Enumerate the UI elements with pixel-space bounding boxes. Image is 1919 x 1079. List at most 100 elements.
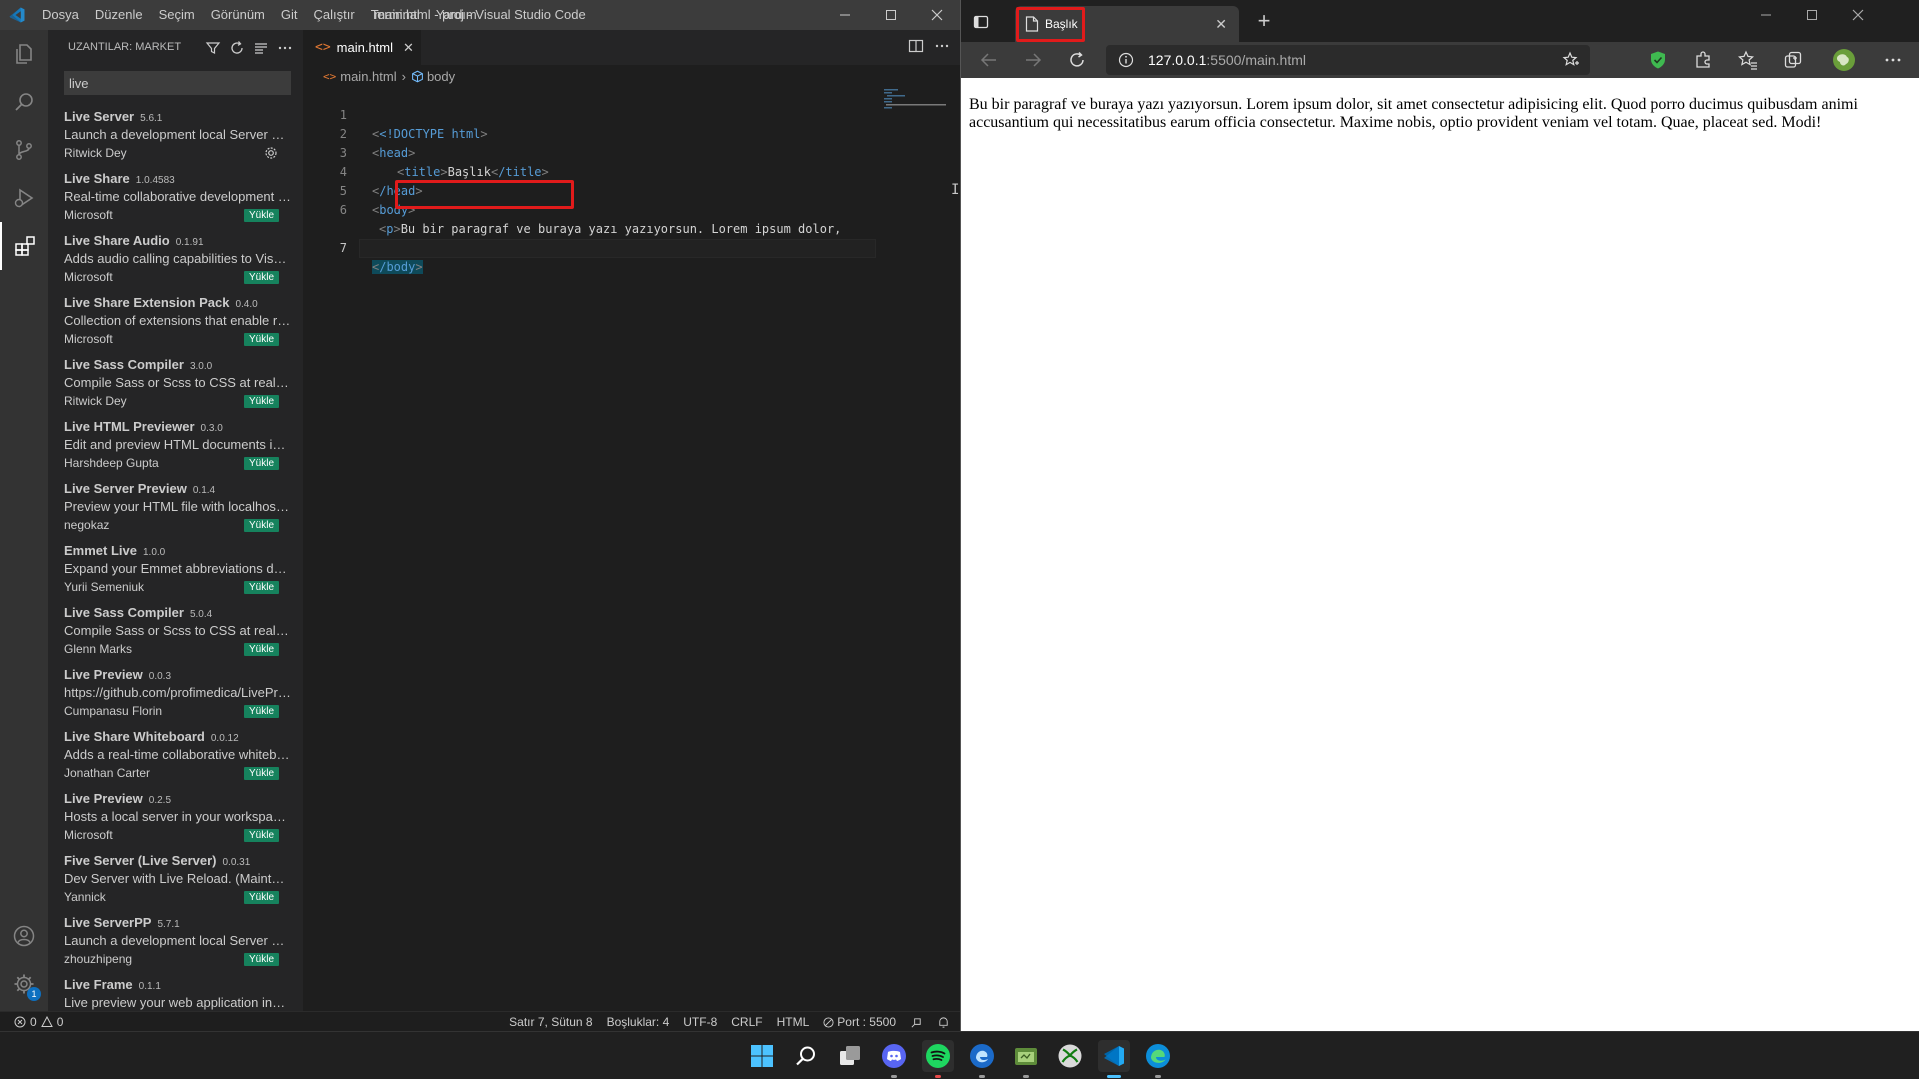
extension-item[interactable]: Live Sass Compiler 3.0.0 Compile Sass or S… bbox=[48, 356, 303, 418]
extension-search-input[interactable] bbox=[64, 71, 291, 95]
extension-item[interactable]: Emmet Live 1.0.0 Expand your Emmet abbrevi… bbox=[48, 542, 303, 604]
editor-more-icon[interactable] bbox=[934, 38, 950, 54]
activity-search[interactable] bbox=[0, 78, 48, 126]
extension-item[interactable]: Live ServerPP 5.7.1 Launch a development l… bbox=[48, 914, 303, 976]
browser-close-button[interactable] bbox=[1835, 0, 1881, 30]
install-button[interactable]: Yükle bbox=[243, 519, 279, 532]
clear-results-button[interactable] bbox=[251, 38, 271, 58]
more-actions-button[interactable] bbox=[275, 38, 295, 58]
status-eol[interactable]: CRLF bbox=[731, 1012, 762, 1031]
maximize-button[interactable] bbox=[868, 0, 914, 30]
status-cursor-position[interactable]: Satır 7, Sütun 8 bbox=[509, 1012, 592, 1031]
notification-bell-icon[interactable] bbox=[937, 1016, 950, 1029]
new-tab-button[interactable]: + bbox=[1253, 10, 1275, 32]
install-button[interactable]: Yükle bbox=[243, 767, 279, 780]
start-button[interactable] bbox=[746, 1040, 778, 1072]
status-language[interactable]: HTML bbox=[777, 1012, 810, 1031]
install-button[interactable]: Yükle bbox=[243, 891, 279, 904]
minimap[interactable] bbox=[880, 87, 950, 117]
minimize-button[interactable] bbox=[822, 0, 868, 30]
extension-item[interactable]: Live Frame 0.1.1 Live preview your web app… bbox=[48, 976, 303, 1011]
site-info-icon[interactable] bbox=[1118, 52, 1134, 68]
activity-manage[interactable]: 1 bbox=[0, 960, 48, 1008]
taskbar-search-button[interactable] bbox=[790, 1040, 822, 1072]
add-favorite-icon[interactable] bbox=[1562, 51, 1580, 69]
breadcrumb: <> main.html › body bbox=[303, 65, 455, 87]
extension-item[interactable]: Live Share Audio 0.1.91 Adds audio calling… bbox=[48, 232, 303, 294]
tab-actions-icon[interactable] bbox=[973, 14, 989, 30]
extension-item[interactable]: Live Share Extension Pack 0.4.0 Collection… bbox=[48, 294, 303, 356]
settings-more-icon[interactable] bbox=[1883, 50, 1903, 70]
extension-item[interactable]: Live Share Whiteboard 0.0.12 Adds a real-t… bbox=[48, 728, 303, 790]
install-button[interactable]: Yükle bbox=[243, 643, 279, 656]
extension-item[interactable]: Live Server 5.6.1 Launch a development loc… bbox=[48, 108, 303, 170]
browser-minimize-button[interactable] bbox=[1743, 0, 1789, 30]
profile-avatar-icon[interactable] bbox=[1832, 48, 1856, 72]
refresh-icon[interactable] bbox=[1067, 50, 1087, 70]
task-view-button[interactable] bbox=[834, 1040, 866, 1072]
menu-help[interactable]: Yardım bbox=[428, 0, 485, 30]
extensions-puzzle-icon[interactable] bbox=[1693, 50, 1713, 70]
collections-icon[interactable] bbox=[1783, 50, 1803, 70]
extension-item[interactable]: Live Server Preview 0.1.4 Preview your HTM… bbox=[48, 480, 303, 542]
forward-arrow-icon[interactable] bbox=[1023, 50, 1043, 70]
extension-item[interactable]: Live Sass Compiler 5.0.4 Compile Sass or S… bbox=[48, 604, 303, 666]
status-encoding[interactable]: UTF-8 bbox=[683, 1012, 717, 1031]
taskbar-spotify[interactable] bbox=[922, 1040, 954, 1078]
menu-terminal[interactable]: Terminal bbox=[363, 0, 428, 30]
activity-explorer[interactable] bbox=[0, 30, 48, 78]
extension-title-row: Live Sass Compiler 5.0.4 bbox=[64, 604, 291, 622]
install-button[interactable]: Yükle bbox=[243, 209, 279, 222]
taskbar-edge-dev[interactable] bbox=[966, 1040, 998, 1078]
browser-maximize-button[interactable] bbox=[1789, 0, 1835, 30]
menu-run[interactable]: Çalıştır bbox=[306, 0, 363, 30]
back-arrow-icon[interactable] bbox=[979, 50, 999, 70]
extension-item[interactable]: Live Preview 0.2.5 Hosts a local server in… bbox=[48, 790, 303, 852]
extension-item[interactable]: Live HTML Previewer 0.3.0 Edit and preview… bbox=[48, 418, 303, 480]
favorites-icon[interactable] bbox=[1738, 50, 1758, 70]
menu-file[interactable]: Dosya bbox=[34, 0, 87, 30]
refresh-button[interactable] bbox=[227, 38, 247, 58]
install-button[interactable]: Yükle bbox=[243, 457, 279, 470]
activity-accounts[interactable] bbox=[0, 912, 48, 960]
menu-view[interactable]: Görünüm bbox=[203, 0, 273, 30]
menu-selection[interactable]: Seçim bbox=[151, 0, 203, 30]
status-indentation[interactable]: Boşluklar: 4 bbox=[607, 1012, 670, 1031]
feedback-icon[interactable] bbox=[910, 1016, 923, 1029]
install-button[interactable]: Yükle bbox=[243, 953, 279, 966]
split-editor-icon[interactable] bbox=[908, 38, 924, 54]
taskbar-app-folder[interactable] bbox=[1010, 1040, 1042, 1078]
manage-gear-icon[interactable] bbox=[263, 145, 279, 161]
taskbar-discord[interactable] bbox=[878, 1040, 910, 1078]
taskbar-xbox[interactable] bbox=[1054, 1040, 1086, 1072]
install-button[interactable]: Yükle bbox=[243, 271, 279, 284]
tab-close-icon[interactable]: ✕ bbox=[403, 40, 414, 56]
install-button[interactable]: Yükle bbox=[243, 395, 279, 408]
extension-item[interactable]: Five Server (Live Server) 0.0.31 Dev Serve… bbox=[48, 852, 303, 914]
install-button[interactable]: Yükle bbox=[243, 705, 279, 718]
status-live-server[interactable]: Port : 5500 bbox=[823, 1012, 896, 1031]
tab-main-html[interactable]: <> main.html ✕ bbox=[303, 30, 421, 65]
filter-button[interactable] bbox=[203, 38, 223, 58]
status-problems[interactable]: 0 0 bbox=[14, 1012, 63, 1031]
taskbar-vscode[interactable] bbox=[1098, 1040, 1130, 1078]
extension-footer-row: Microsoft Yükle bbox=[64, 330, 291, 348]
install-button[interactable]: Yükle bbox=[243, 333, 279, 346]
address-bar[interactable]: 127.0.0.1:5500/main.html bbox=[1106, 45, 1590, 75]
minimize-icon bbox=[840, 14, 850, 16]
activity-source-control[interactable] bbox=[0, 126, 48, 174]
close-window-button[interactable] bbox=[914, 0, 960, 30]
activity-run-debug[interactable] bbox=[0, 174, 48, 222]
extension-item[interactable]: Live Share 1.0.4583 Real-time collaborativ… bbox=[48, 170, 303, 232]
menu-edit[interactable]: Düzenle bbox=[87, 0, 151, 30]
breadcrumb-file[interactable]: main.html bbox=[340, 69, 396, 84]
breadcrumb-symbol[interactable]: body bbox=[427, 69, 455, 84]
install-button[interactable]: Yükle bbox=[243, 829, 279, 842]
taskbar-edge[interactable] bbox=[1142, 1040, 1174, 1078]
extension-item[interactable]: Live Preview 0.0.3 https://github.com/prof… bbox=[48, 666, 303, 728]
adblock-shield-icon[interactable] bbox=[1648, 50, 1668, 70]
menu-git[interactable]: Git bbox=[273, 0, 306, 30]
install-button[interactable]: Yükle bbox=[243, 581, 279, 594]
browser-tab-close-icon[interactable]: ✕ bbox=[1215, 6, 1227, 42]
activity-extensions[interactable] bbox=[0, 222, 48, 270]
